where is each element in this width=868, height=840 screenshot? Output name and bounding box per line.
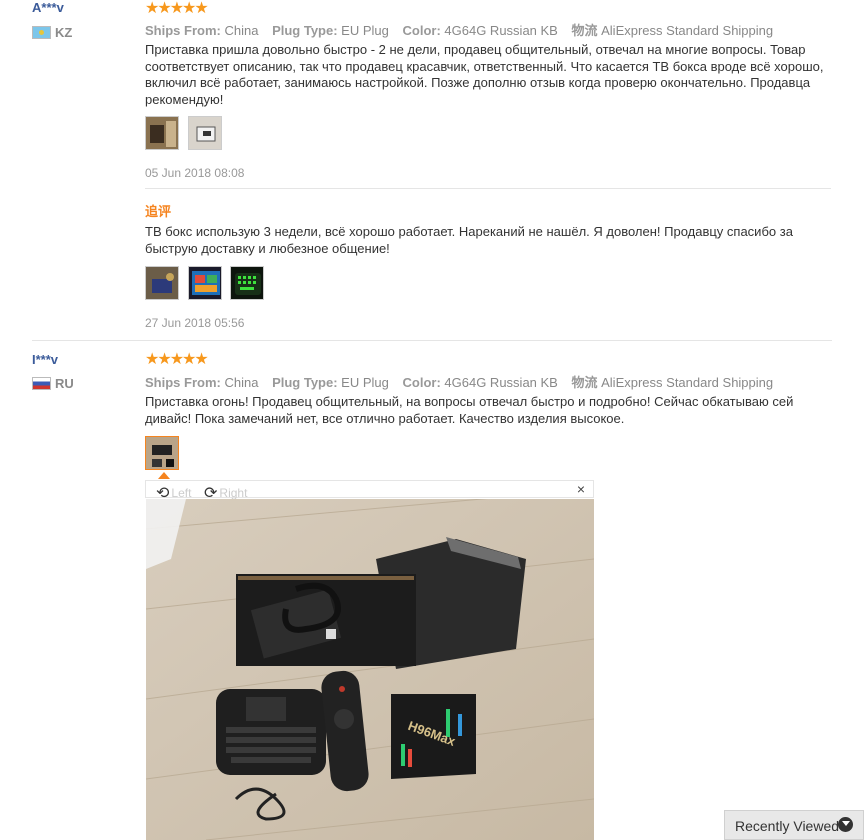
reviewer-country: KZ xyxy=(55,25,73,40)
review-photo-thumbnail-selected[interactable] xyxy=(145,436,179,470)
reviewer-name[interactable]: A***v xyxy=(32,0,64,15)
review-photo-thumbnail[interactable] xyxy=(145,116,179,150)
plug-type-value: EU Plug xyxy=(341,23,389,38)
review-photo-thumbnail[interactable] xyxy=(145,266,179,300)
shipping-label: 物流 xyxy=(571,23,598,38)
rating-stars: ★★★★★ xyxy=(145,0,209,17)
selected-thumbnail-caret xyxy=(158,472,170,479)
additional-feedback-label: 追评 xyxy=(145,204,172,219)
plug-type-label: Plug Type: xyxy=(272,375,338,390)
order-info: Ships From: China Plug Type: EU Plug Col… xyxy=(145,20,773,39)
ships-from-value: China xyxy=(224,23,259,38)
review-text: Приставка пришла довольно быстро - 2 не … xyxy=(145,42,824,107)
rotate-right-label: Right xyxy=(219,486,248,500)
enlarged-review-photo: H96Max xyxy=(146,499,594,840)
ships-from-label: Ships From: xyxy=(145,23,221,38)
plug-type-label: Plug Type: xyxy=(272,23,338,38)
recently-viewed-button[interactable]: Recently Viewed xyxy=(724,810,864,840)
additional-feedback-date: 27 Jun 2018 05:56 xyxy=(145,316,245,330)
image-viewer-toolbar: ⟲ Left ⟳ Right × xyxy=(145,480,594,502)
color-value: 4G64G Russian KB xyxy=(444,375,558,390)
review-text: Приставка огонь! Продавец общительный, н… xyxy=(145,394,794,426)
close-viewer-button[interactable]: × xyxy=(577,481,585,497)
kz-flag-icon xyxy=(32,26,51,39)
divider xyxy=(145,188,831,189)
color-label: Color: xyxy=(402,375,441,390)
review-divider xyxy=(32,340,832,341)
review-photo-thumbnail[interactable] xyxy=(230,266,264,300)
color-label: Color: xyxy=(402,23,441,38)
plug-type-value: EU Plug xyxy=(341,375,389,390)
review-photo-thumbnail[interactable] xyxy=(188,266,222,300)
reviewer-name[interactable]: I***v xyxy=(32,352,58,367)
ru-flag-icon xyxy=(32,377,51,390)
chevron-down-icon xyxy=(838,817,853,832)
order-info: Ships From: China Plug Type: EU Plug Col… xyxy=(145,372,773,391)
review-photo-thumbnail[interactable] xyxy=(188,116,222,150)
recently-viewed-label: Recently Viewed xyxy=(735,818,840,834)
review-date: 05 Jun 2018 08:08 xyxy=(145,166,245,180)
reviewer-country: RU xyxy=(55,376,74,391)
shipping-value: AliExpress Standard Shipping xyxy=(601,375,774,390)
rating-stars: ★★★★★ xyxy=(145,351,209,368)
shipping-value: AliExpress Standard Shipping xyxy=(601,23,774,38)
shipping-label: 物流 xyxy=(571,375,598,390)
rotate-left-label: Left xyxy=(171,486,192,500)
color-value: 4G64G Russian KB xyxy=(444,23,558,38)
ships-from-label: Ships From: xyxy=(145,375,221,390)
additional-feedback-text: ТВ бокс использую 3 недели, всё хорошо р… xyxy=(145,224,793,256)
ships-from-value: China xyxy=(224,375,259,390)
